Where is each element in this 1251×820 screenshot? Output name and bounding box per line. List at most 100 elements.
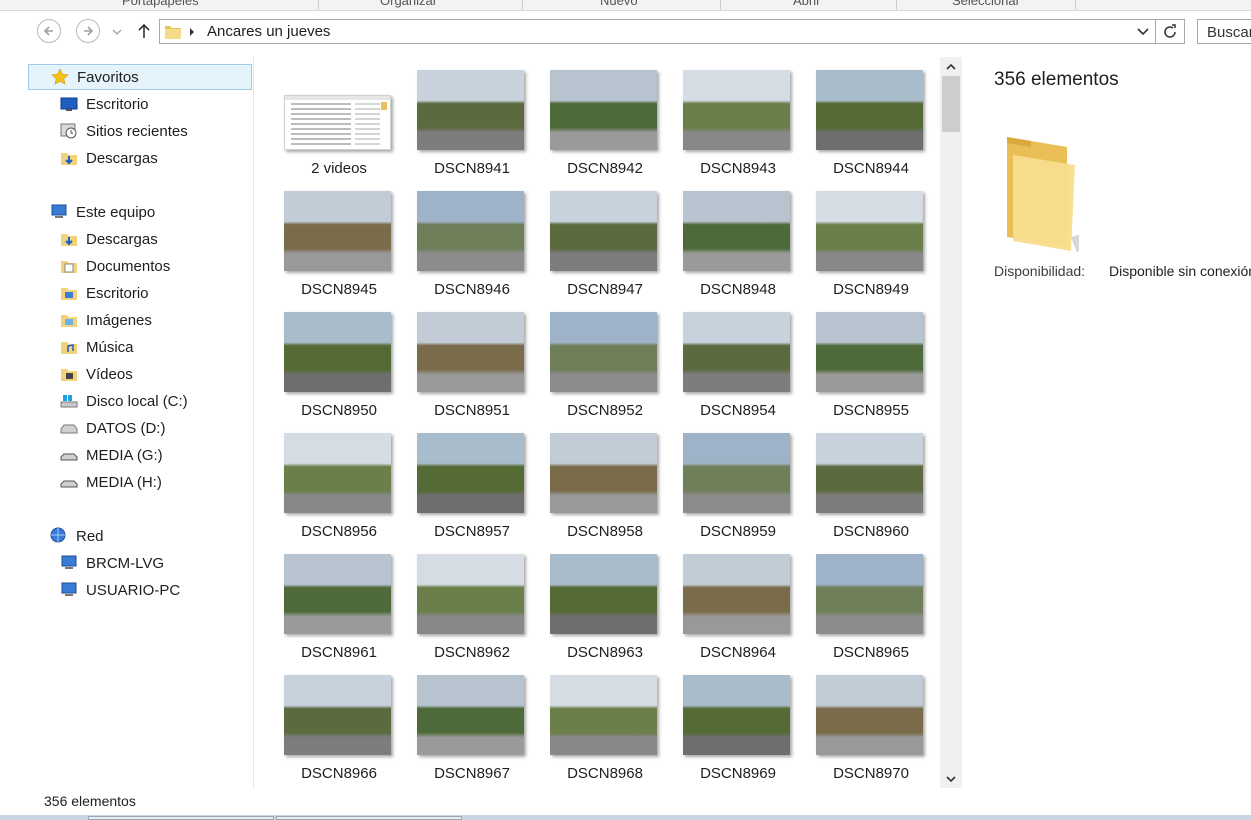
file-item[interactable]: DSCN8949 [787,178,923,299]
file-item[interactable]: DSCN8954 [654,299,790,420]
nav-label: Música [86,338,134,356]
large-folder-icon [1007,137,1079,252]
downloads-folder-icon [61,234,77,246]
file-item[interactable]: DSCN8956 [255,420,391,541]
file-item[interactable]: DSCN8955 [787,299,923,420]
photo-thumbnail [284,191,391,271]
file-item[interactable]: DSCN8952 [521,299,657,420]
file-item[interactable]: DSCN8962 [388,541,524,662]
taskbar-item[interactable] [88,816,274,820]
scroll-up-button[interactable] [940,57,962,75]
file-item[interactable]: DSCN8959 [654,420,790,541]
file-item[interactable]: DSCN8965 [787,541,923,662]
address-path[interactable]: Ancares un jueves [207,23,330,40]
nav-documentos[interactable]: Documentos [60,253,170,279]
file-item[interactable]: DSCN8963 [521,541,657,662]
file-grid[interactable]: 2 videos DSCN8941 DSCN8942 DSCN8943 DSCN8944… [255,57,940,788]
nav-brcm-lvg[interactable]: BRCM-LVG [60,550,164,576]
ribbon-group-nuevo[interactable]: Nuevo [600,0,638,8]
nav-favorites-sitios-recientes[interactable]: Sitios recientes [60,118,188,144]
ribbon-group-portapapeles[interactable]: Portapapeles [122,0,199,8]
file-item[interactable]: DSCN8945 [255,178,391,299]
chevron-down-icon [946,775,956,782]
nav-favorites[interactable]: Favoritos [28,64,252,90]
file-item[interactable]: DSCN8943 [654,57,790,178]
nav-label: Escritorio [86,95,149,113]
nav-usuario-pc[interactable]: USUARIO-PC [60,577,180,603]
file-item[interactable]: DSCN8960 [787,420,923,541]
file-name: DSCN8965 [833,644,909,661]
nav-videos[interactable]: Vídeos [60,361,133,387]
file-item[interactable]: DSCN8967 [388,662,524,783]
ribbon-group-organizar[interactable]: Organizar [380,0,437,8]
details-item-count: 356 elementos [994,69,1119,90]
chevron-down-icon[interactable] [1137,27,1149,37]
nav-red[interactable]: Red [50,523,104,549]
scroll-thumb[interactable] [942,76,960,132]
file-item[interactable]: DSCN8964 [654,541,790,662]
nav-label: Red [76,527,104,545]
photo-thumbnail [816,675,923,755]
photo-thumbnail [284,433,391,513]
nav-label: Vídeos [86,365,133,383]
address-bar[interactable]: Ancares un jueves [159,19,1156,44]
nav-este-equipo[interactable]: Este equipo [50,199,155,225]
chevron-right-icon[interactable] [188,27,196,37]
nav-escritorio[interactable]: Escritorio [60,280,149,306]
arrow-left-icon [43,26,53,36]
file-item[interactable]: DSCN8942 [521,57,657,178]
nav-media-h[interactable]: MEDIA (H:) [60,469,162,495]
file-item[interactable]: DSCN8969 [654,662,790,783]
folder-item[interactable]: 2 videos [255,57,391,178]
file-item[interactable]: DSCN8941 [388,57,524,178]
photo-thumbnail [550,675,657,755]
nav-datos-d[interactable]: DATOS (D:) [60,415,165,441]
nav-musica[interactable]: Música [60,334,134,360]
refresh-icon [1164,23,1176,38]
up-button[interactable] [134,21,154,41]
ribbon-separator [522,0,523,10]
file-item[interactable]: DSCN8966 [255,662,391,783]
vertical-scrollbar[interactable] [940,57,962,788]
nav-disco-local-c[interactable]: Disco local (C:) [60,388,188,414]
ribbon-group-seleccionar[interactable]: Seleccionar [952,0,1020,8]
arrow-up-icon [138,23,150,38]
documents-folder-icon [61,261,77,273]
photo-thumbnail [417,70,524,150]
photo-thumbnail [816,191,923,271]
search-input[interactable]: Buscar [1197,19,1251,44]
nav-favorites-escritorio[interactable]: Escritorio [60,91,149,117]
removable-drive-icon [60,453,78,461]
file-item[interactable]: DSCN8957 [388,420,524,541]
arrow-right-icon [84,26,94,36]
taskbar-item[interactable] [276,816,462,820]
file-item[interactable]: DSCN8946 [388,178,524,299]
navigation-pane: Favoritos Escritorio Sitios recientes De… [0,57,254,788]
nav-imagenes[interactable]: Imágenes [60,307,152,333]
refresh-button[interactable] [1156,19,1185,44]
file-item[interactable]: DSCN8968 [521,662,657,783]
nav-label: Escritorio [86,284,149,302]
availability-value: Disponible sin conexión [1109,263,1251,279]
windows-drive-icon [60,395,78,408]
details-pane: 356 elementos Disponibilidad: Disponible… [963,57,1251,788]
forward-button[interactable] [76,19,100,43]
file-item[interactable]: DSCN8970 [787,662,923,783]
recent-locations-dropdown-icon[interactable] [112,27,122,37]
file-item[interactable]: DSCN8958 [521,420,657,541]
file-item[interactable]: DSCN8944 [787,57,923,178]
file-item[interactable]: DSCN8961 [255,541,391,662]
nav-favorites-descargas[interactable]: Descargas [60,145,158,171]
nav-descargas[interactable]: Descargas [60,226,158,252]
availability-label: Disponibilidad: [994,263,1086,279]
file-item[interactable]: DSCN8950 [255,299,391,420]
nav-media-g[interactable]: MEDIA (G:) [60,442,163,468]
ribbon-group-abrir[interactable]: Abrir [793,0,820,8]
file-item[interactable]: DSCN8951 [388,299,524,420]
photo-thumbnail [550,312,657,392]
back-button[interactable] [37,19,61,43]
nav-label: MEDIA (H:) [86,473,162,491]
file-item[interactable]: DSCN8948 [654,178,790,299]
scroll-down-button[interactable] [940,770,962,788]
file-item[interactable]: DSCN8947 [521,178,657,299]
